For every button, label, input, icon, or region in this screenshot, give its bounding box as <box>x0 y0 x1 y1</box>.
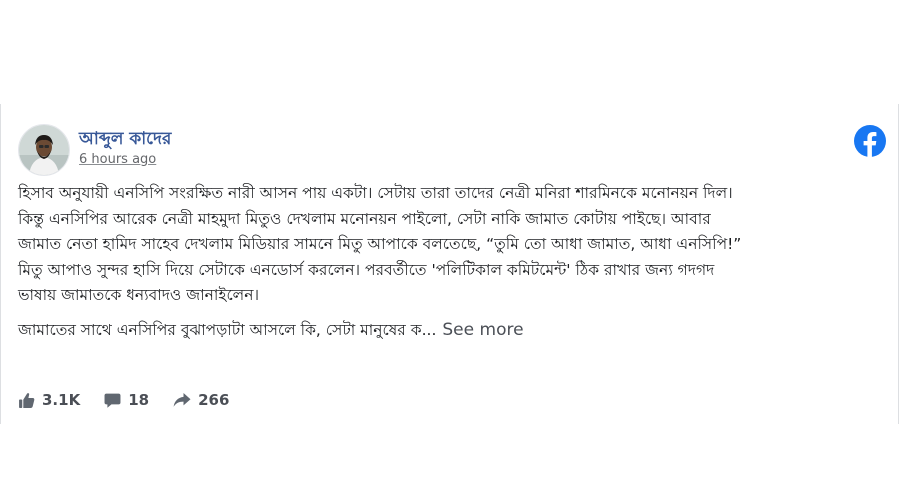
post-body: হিসাব অনুযায়ী এনসিপি সংরক্ষিত নারী আসন … <box>18 181 886 309</box>
share-arrow-icon <box>173 393 191 407</box>
shares-stat[interactable]: 266 <box>173 391 229 409</box>
likes-count: 3.1K <box>42 391 81 409</box>
author-avatar[interactable] <box>18 124 70 176</box>
card-border-right <box>898 104 899 424</box>
post-timestamp[interactable]: 6 hours ago <box>79 152 156 167</box>
likes-stat[interactable]: 3.1K <box>18 391 80 409</box>
post-line: মিতু আপাও সুন্দর হাসি দিয়ে সেটাকে এনডোর… <box>18 260 715 279</box>
post-line: জামাত নেতা হামিদ সাহেব দেখলাম মিডিয়ার স… <box>18 235 742 253</box>
author-name[interactable]: আব্দুল কাদের <box>79 126 171 154</box>
comments-count: 18 <box>128 391 150 409</box>
post-line: হিসাব অনুযায়ী এনসিপি সংরক্ষিত নারী আসন … <box>18 184 733 202</box>
shares-count: 266 <box>198 391 230 409</box>
post-line: ভাষায় জামাতকে ধন্যবাদও জানাইলেন। <box>18 286 260 304</box>
thumbs-up-icon <box>19 392 35 408</box>
comment-bubble-icon <box>104 393 121 408</box>
truncated-text: জামাতের সাথে এনসিপির বুঝাপড়াটা আসলে কি,… <box>18 321 437 339</box>
card-border-left <box>0 104 1 424</box>
post-line: কিন্তু এনসিপির আরেক নেত্রী মাহমুদা মিতুও… <box>18 209 711 228</box>
facebook-icon[interactable] <box>854 125 886 157</box>
truncated-paragraph: জামাতের সাথে এনসিপির বুঝাপড়াটা আসলে কি,… <box>18 318 886 343</box>
comments-stat[interactable]: 18 <box>104 391 149 409</box>
engagement-stats: 3.1K 18 266 <box>18 388 253 412</box>
avatar-image <box>19 125 69 175</box>
see-more-link[interactable]: See more <box>442 320 523 340</box>
